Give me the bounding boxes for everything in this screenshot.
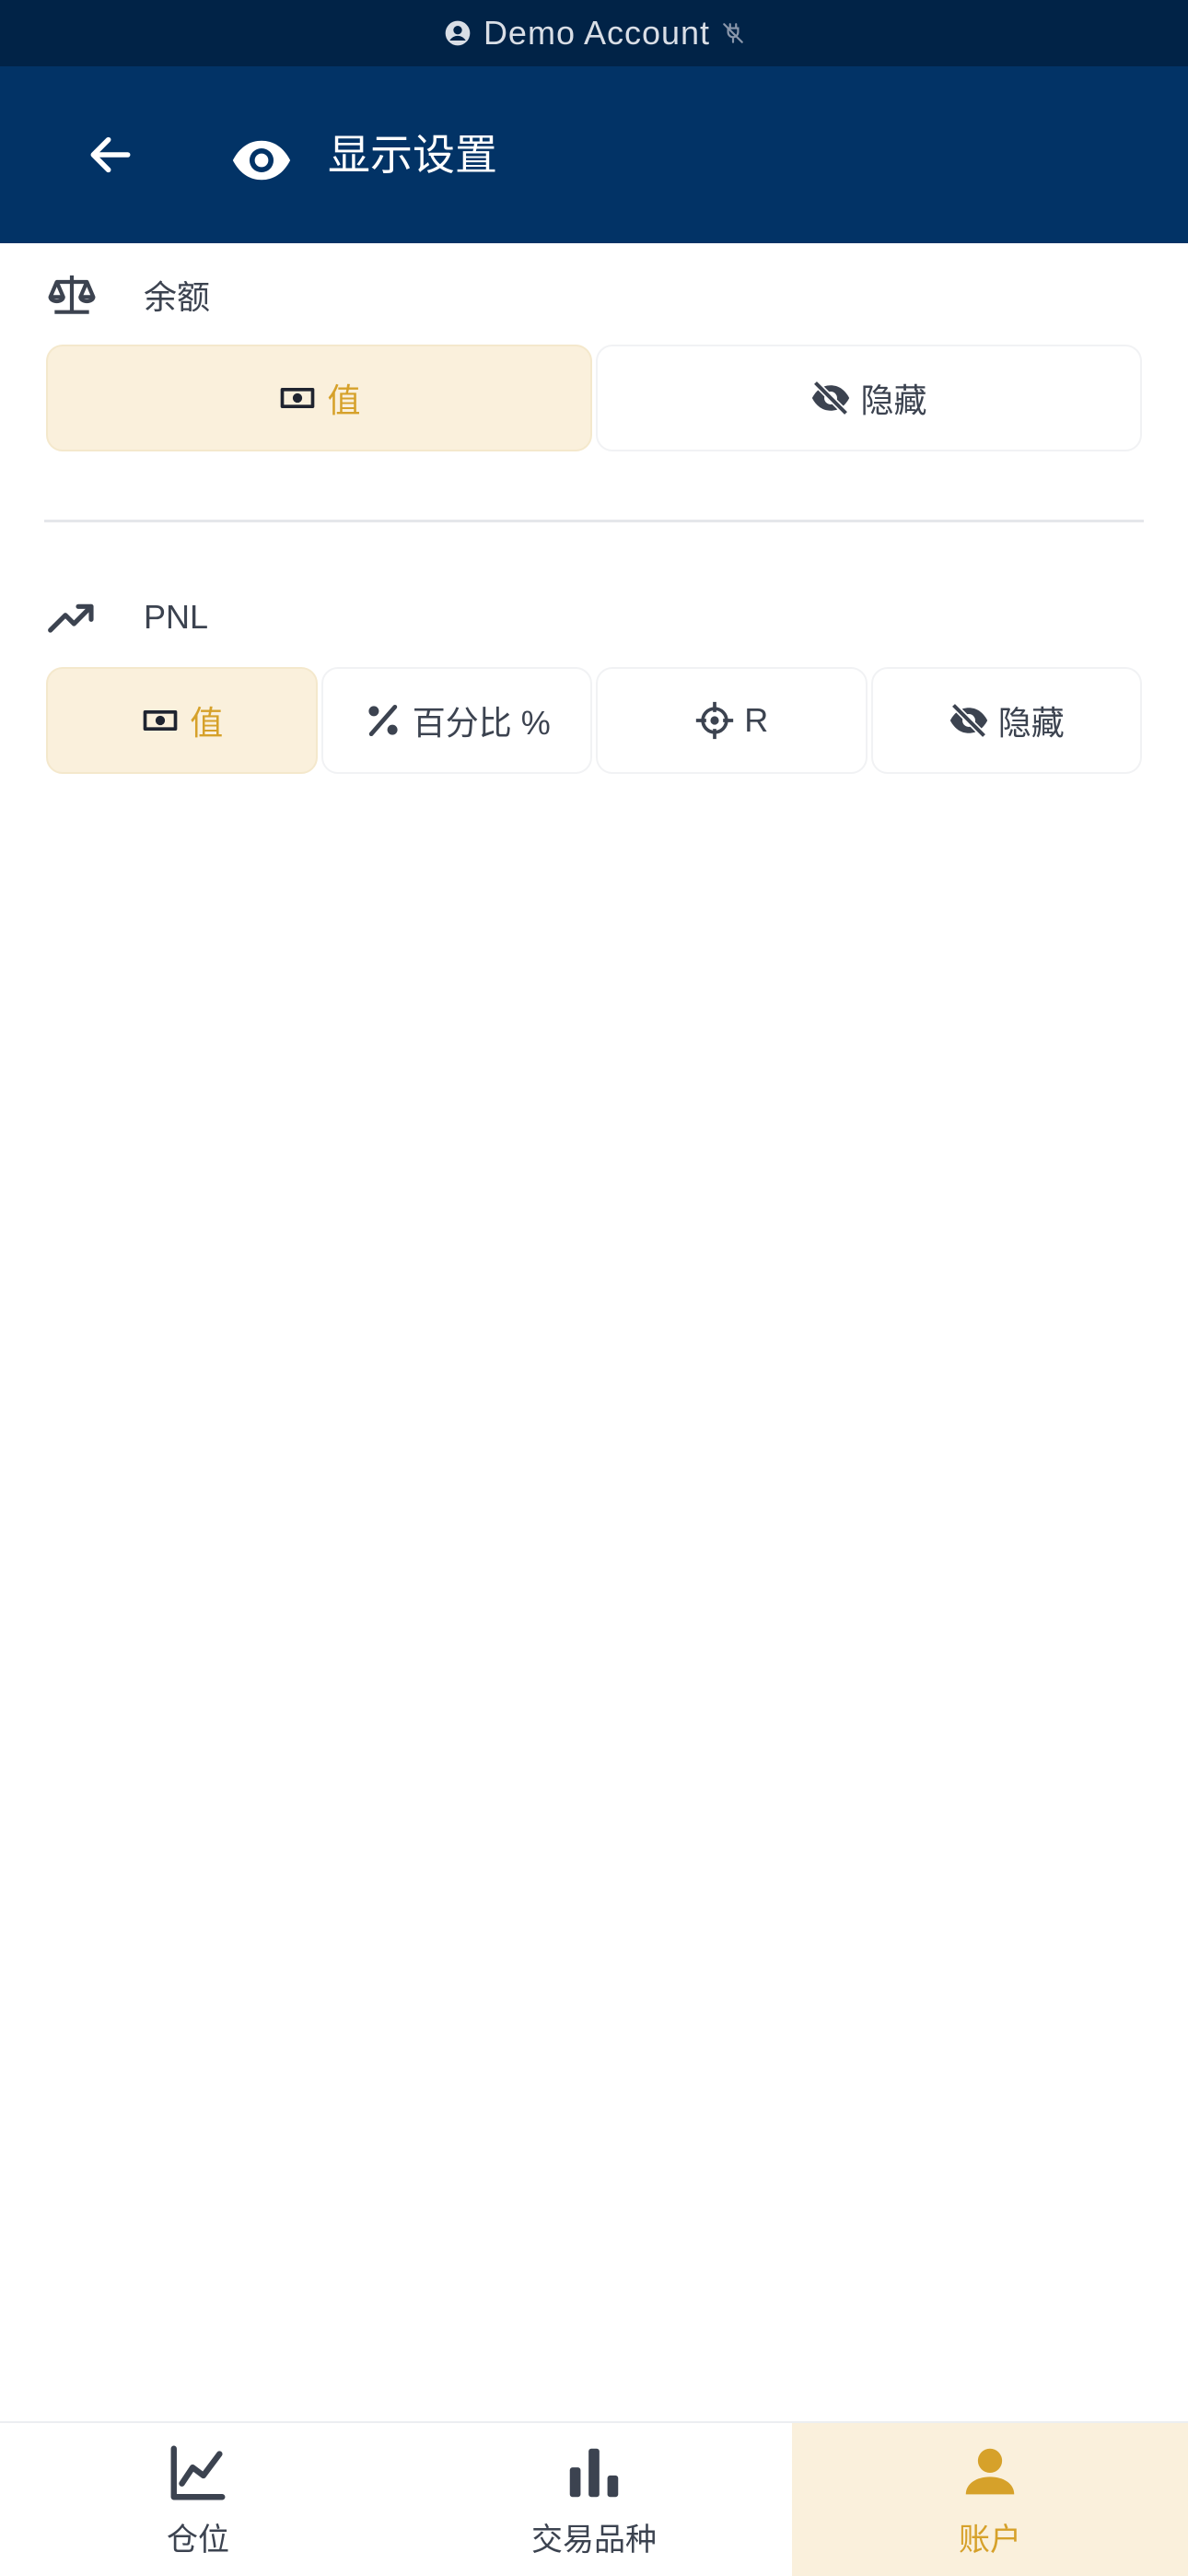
nav-item-account[interactable]: 账户 bbox=[792, 2423, 1188, 2576]
person-icon bbox=[958, 2441, 1022, 2505]
pnl-label: PNL bbox=[144, 598, 209, 636]
nav-item-instruments[interactable]: 交易品种 bbox=[396, 2423, 792, 2576]
balance-hide-option[interactable]: 隐藏 bbox=[596, 345, 1142, 451]
balance-hide-label: 隐藏 bbox=[860, 381, 927, 419]
cash-icon bbox=[277, 378, 318, 418]
nav-item-positions[interactable]: 仓位 bbox=[0, 2423, 396, 2576]
eye-icon bbox=[230, 129, 293, 192]
pnl-section-label: PNL bbox=[46, 590, 208, 645]
trending-up-icon bbox=[46, 591, 98, 643]
pnl-r-label: R bbox=[744, 701, 769, 739]
section-divider bbox=[44, 520, 1144, 522]
page-title: 显示设置 bbox=[328, 131, 497, 179]
crosshair-icon bbox=[694, 700, 735, 741]
pnl-display-selector: 值 百分比 % R 隐藏 bbox=[46, 667, 1142, 774]
app-header: 显示设置 bbox=[0, 66, 1188, 243]
pnl-value-option[interactable]: 值 bbox=[46, 667, 318, 774]
demo-account-label: Demo Account bbox=[483, 14, 711, 52]
chart-line-icon bbox=[166, 2441, 230, 2505]
scale-balance-icon bbox=[46, 269, 98, 321]
balance-label: 余额 bbox=[144, 278, 211, 316]
balance-value-option[interactable]: 值 bbox=[46, 345, 592, 451]
eye-off-icon bbox=[810, 378, 851, 418]
account-circle-icon bbox=[443, 18, 472, 48]
pnl-percent-option[interactable]: 百分比 % bbox=[320, 667, 592, 774]
percent-icon bbox=[363, 700, 403, 741]
pnl-hide-option[interactable]: 隐藏 bbox=[870, 667, 1142, 774]
balance-value-label: 值 bbox=[327, 381, 361, 419]
demo-account-bar: Demo Account bbox=[0, 0, 1188, 66]
bottom-navigation: 仓位 交易品种 账户 bbox=[0, 2421, 1188, 2576]
plug-off-icon bbox=[721, 21, 745, 45]
nav-account-label: 账户 bbox=[959, 2522, 1021, 2558]
pnl-value-label: 值 bbox=[190, 704, 224, 742]
balance-display-selector: 值 隐藏 bbox=[46, 345, 1142, 451]
pnl-r-option[interactable]: R bbox=[596, 667, 868, 774]
bar-chart-icon bbox=[562, 2441, 626, 2505]
pnl-percent-label: 百分比 % bbox=[412, 704, 551, 742]
pnl-hide-label: 隐藏 bbox=[997, 704, 1065, 742]
nav-instruments-label: 交易品种 bbox=[531, 2522, 657, 2558]
arrow-left-icon bbox=[90, 136, 131, 173]
back-button[interactable] bbox=[74, 118, 147, 192]
balance-section-label: 余额 bbox=[46, 267, 210, 322]
nav-positions-label: 仓位 bbox=[167, 2522, 229, 2558]
cash-icon bbox=[140, 700, 181, 741]
eye-off-icon bbox=[949, 700, 989, 741]
